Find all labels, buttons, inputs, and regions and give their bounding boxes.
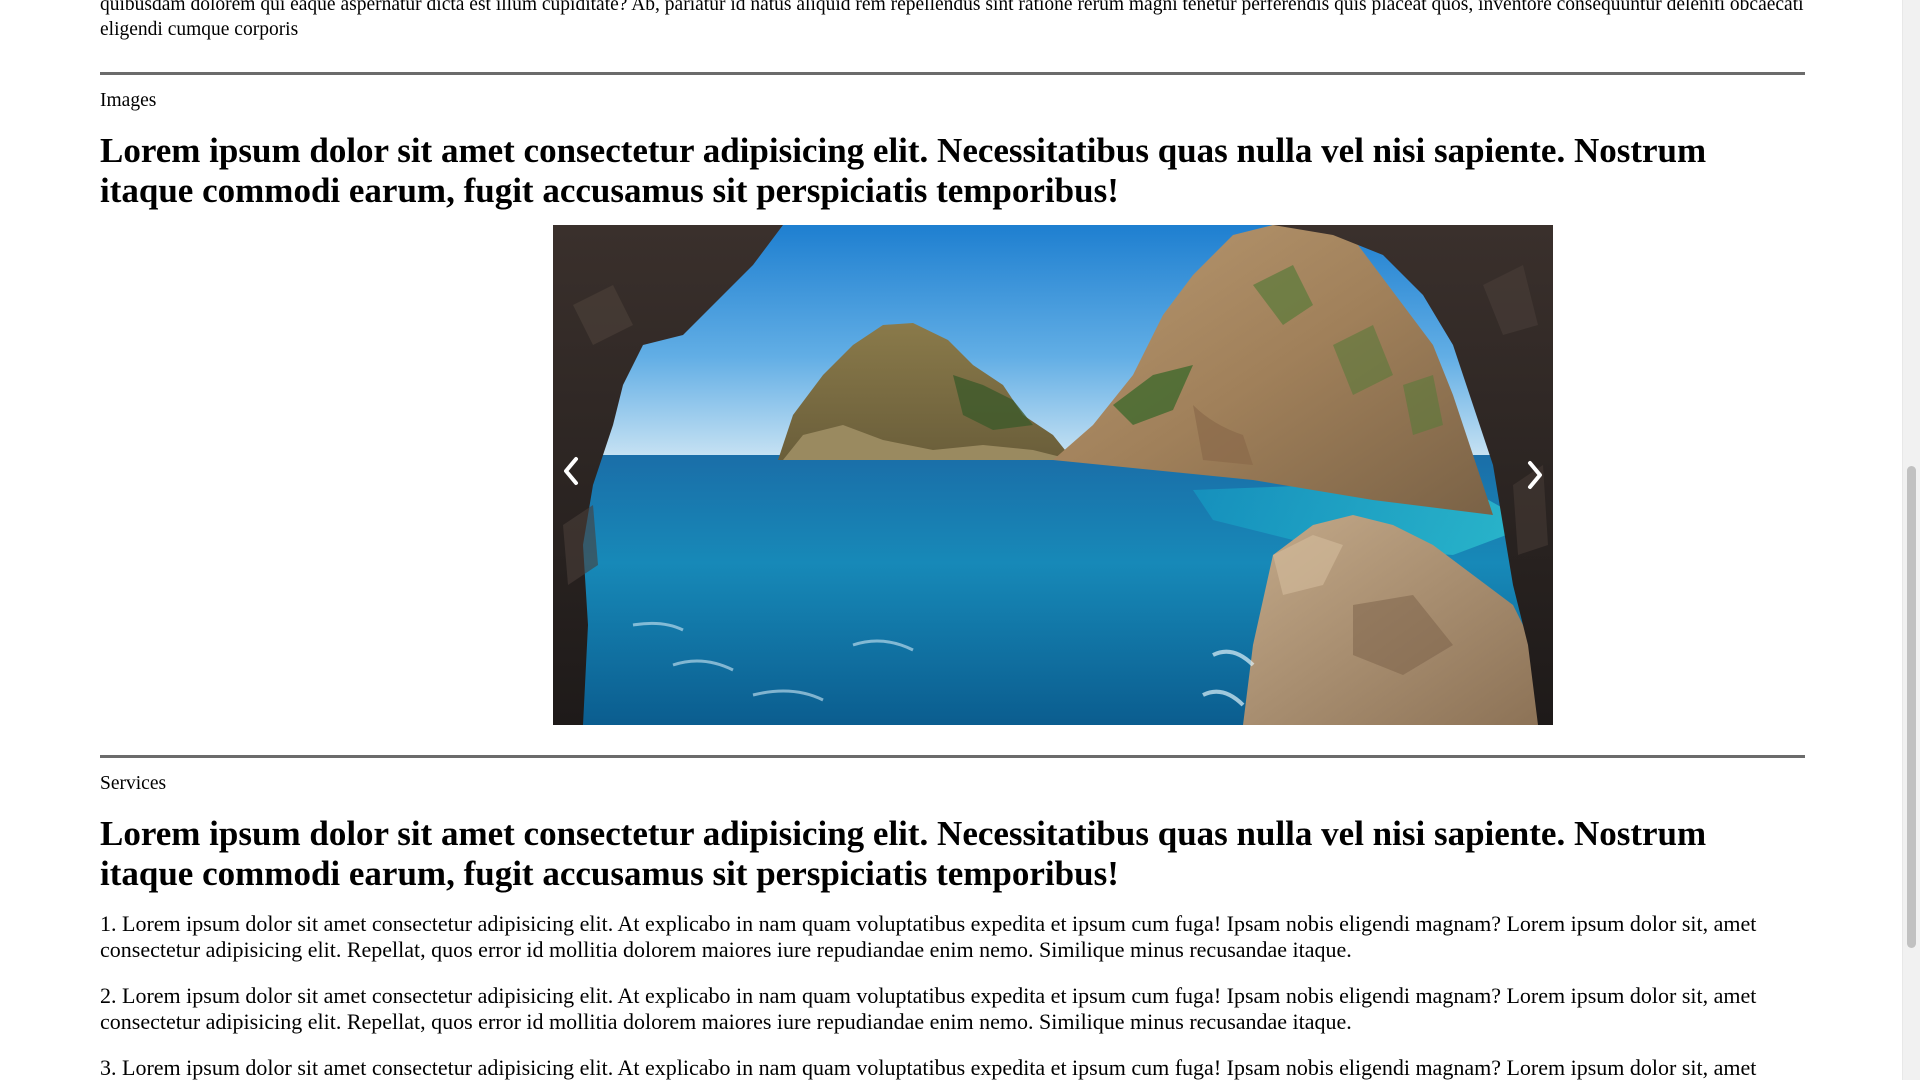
image-carousel[interactable] [553,225,1553,725]
chevron-right-icon [1528,461,1542,489]
services-headline: Lorem ipsum dolor sit amet consectetur a… [100,814,1707,893]
vertical-scrollbar[interactable] [1902,0,1920,1080]
service-item-1: 1. Lorem ipsum dolor sit amet consectetu… [100,911,1757,962]
page-viewport: quibusdam dolorem qui eaque aspernatur d… [0,0,1902,1080]
section-label-images: Images [100,90,157,111]
service-item-2: 2. Lorem ipsum dolor sit amet consectetu… [100,983,1757,1034]
carousel-prev-button[interactable] [557,453,585,489]
section-divider-services [100,755,1805,758]
carousel-next-button[interactable] [1521,457,1549,493]
scrollbar-thumb[interactable] [1907,466,1916,948]
section-divider-images [100,72,1805,75]
carousel-image [553,225,1553,725]
images-headline: Lorem ipsum dolor sit amet consectetur a… [100,131,1707,210]
chevron-left-icon [564,457,578,485]
section-label-services: Services [100,773,167,794]
service-item-3: 3. Lorem ipsum dolor sit amet consectetu… [100,1055,1757,1080]
intro-paragraph: quibusdam dolorem qui eaque aspernatur d… [100,0,1804,40]
